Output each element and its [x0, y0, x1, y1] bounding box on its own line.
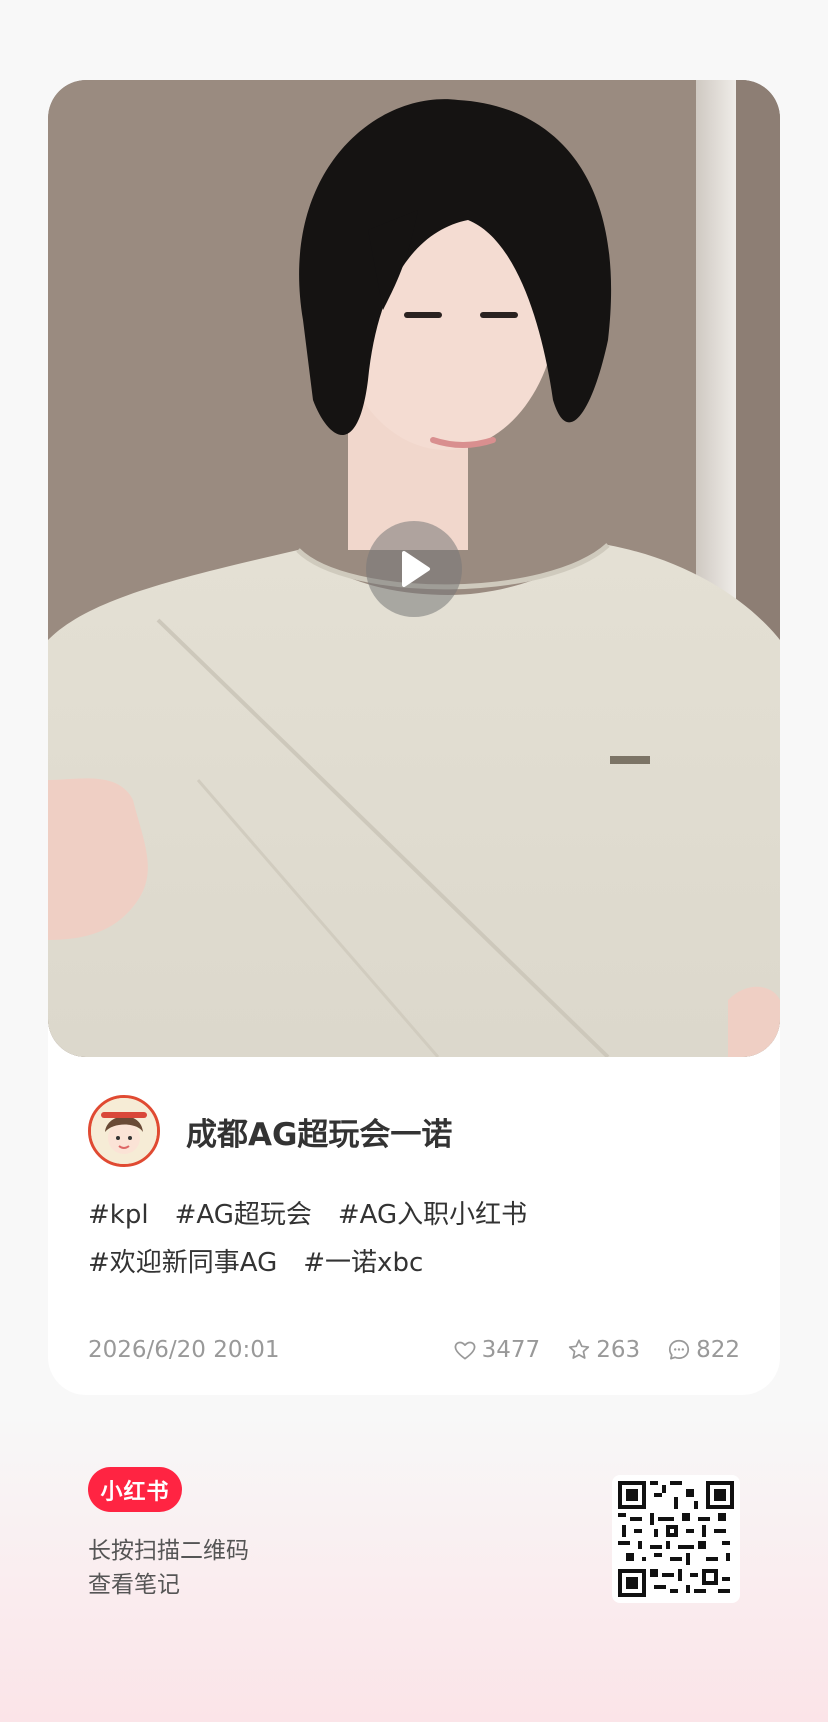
play-button[interactable]	[366, 521, 462, 617]
tag-item[interactable]: #AG入职小红书	[338, 1191, 527, 1239]
footer-info: 小红书 长按扫描二维码 查看笔记	[88, 1467, 249, 1602]
tag-item[interactable]: #kpl	[88, 1191, 149, 1239]
scan-hint-line2: 查看笔记	[88, 1572, 180, 1598]
note-card: 成都AG超玩会一诺 #kpl #AG超玩会 #AG入职小红书 #欢迎新同事AG #一诺x…	[48, 80, 780, 1395]
scan-hint: 长按扫描二维码 查看笔记	[88, 1534, 249, 1602]
comment-count: 822	[696, 1337, 740, 1363]
avatar[interactable]	[88, 1095, 160, 1167]
stats: 3477 263 822	[426, 1337, 740, 1363]
qr-code[interactable]	[612, 1475, 740, 1603]
post-date: 2026/6/20 20:01	[88, 1337, 280, 1363]
avatar-image	[91, 1098, 157, 1164]
meta-row: 2026/6/20 20:01 3477 263 822	[88, 1330, 740, 1370]
xiaohongshu-logo: 小红书	[88, 1467, 182, 1512]
author-row[interactable]: 成都AG超玩会一诺	[88, 1095, 452, 1167]
heart-icon	[454, 1341, 476, 1360]
star-icon	[569, 1339, 590, 1359]
comment-icon	[669, 1339, 690, 1360]
video-cover[interactable]	[48, 80, 780, 1057]
qr-code-icon	[618, 1481, 734, 1597]
like-count: 3477	[481, 1337, 541, 1363]
tag-item[interactable]: #一诺xbc	[303, 1239, 423, 1287]
favorite-stat[interactable]: 263	[566, 1337, 640, 1363]
tag-item[interactable]: #AG超玩会	[175, 1191, 312, 1239]
comment-stat[interactable]: 822	[666, 1337, 740, 1363]
favorite-count: 263	[596, 1337, 641, 1363]
play-icon	[402, 551, 430, 587]
tag-list: #kpl #AG超玩会 #AG入职小红书 #欢迎新同事AG #一诺xbc	[88, 1191, 748, 1287]
scan-hint-line1: 长按扫描二维码	[88, 1538, 249, 1564]
like-stat[interactable]: 3477	[452, 1337, 541, 1363]
tag-item[interactable]: #欢迎新同事AG	[88, 1239, 277, 1287]
author-name[interactable]: 成都AG超玩会一诺	[186, 1109, 452, 1154]
